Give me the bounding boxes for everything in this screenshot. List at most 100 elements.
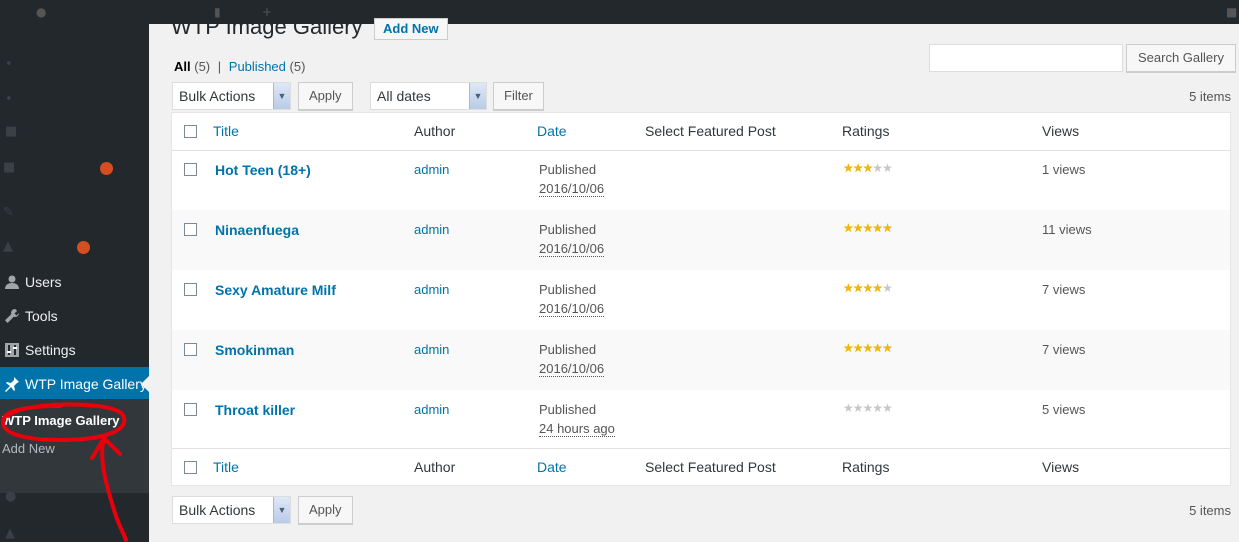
column-footer-date[interactable]: Date bbox=[537, 459, 567, 475]
add-new-button[interactable]: Add New bbox=[374, 18, 448, 40]
row-views: 7 views bbox=[1042, 282, 1086, 297]
filter-separator: | bbox=[217, 59, 222, 74]
star-empty-icon: ★ bbox=[872, 161, 883, 175]
settings-icon bbox=[3, 341, 21, 359]
table-row: Sexy Amature Milf admin Published 2016/1… bbox=[172, 270, 1230, 330]
row-date: 24 hours ago bbox=[539, 421, 615, 437]
row-author-link[interactable]: admin bbox=[414, 282, 449, 297]
star-filled-icon: ★ bbox=[843, 221, 854, 235]
page-title: WTP Image Gallery bbox=[171, 14, 363, 39]
row-checkbox[interactable] bbox=[184, 223, 197, 236]
row-checkbox[interactable] bbox=[184, 163, 197, 176]
row-checkbox[interactable] bbox=[184, 343, 197, 356]
row-title-link[interactable]: Sexy Amature Milf bbox=[215, 282, 336, 298]
apply-button[interactable]: Apply bbox=[298, 82, 353, 110]
row-status: Published bbox=[539, 222, 597, 237]
faded-menu-icon[interactable]: ● bbox=[5, 489, 16, 504]
row-views: 1 views bbox=[1042, 162, 1086, 177]
star-filled-icon: ★ bbox=[862, 341, 874, 355]
column-header-date[interactable]: Date bbox=[537, 123, 567, 139]
dates-value: All dates bbox=[377, 88, 431, 104]
sidebar-item-label: WTP Image Gallery bbox=[25, 376, 147, 392]
column-header-views: Views bbox=[1042, 123, 1080, 139]
row-checkbox[interactable] bbox=[184, 403, 197, 416]
column-footer-title[interactable]: Title bbox=[213, 459, 239, 475]
sidebar-item-label: Users bbox=[25, 274, 62, 290]
faded-menu-icon[interactable]: ✎ bbox=[3, 205, 14, 220]
sidebar-item-tools[interactable]: Tools bbox=[0, 299, 149, 333]
main-content: WTP Image Gallery Add New All (5) | Publ… bbox=[149, 14, 1239, 542]
star-filled-icon: ★ bbox=[862, 281, 874, 295]
filter-published-link[interactable]: Published bbox=[229, 59, 286, 74]
column-footer-ratings: Ratings bbox=[842, 459, 890, 475]
faded-menu-icon[interactable]: ■ bbox=[5, 124, 17, 139]
row-views: 11 views bbox=[1042, 222, 1092, 237]
row-author-link[interactable]: admin bbox=[414, 162, 449, 177]
column-footer-featured: Select Featured Post bbox=[645, 459, 776, 475]
faded-menu-icon[interactable]: • bbox=[5, 92, 13, 107]
submenu-item-wtp-image-gallery[interactable]: WTP Image Gallery bbox=[2, 413, 120, 428]
chevron-down-icon: ▼ bbox=[273, 83, 290, 109]
row-date: 2016/10/06 bbox=[539, 301, 605, 317]
table-row: Smokinman admin Published 2016/10/06 ★★★… bbox=[172, 330, 1230, 390]
sidebar-item-settings[interactable]: Settings bbox=[0, 333, 149, 367]
star-filled-icon: ★ bbox=[872, 341, 883, 355]
column-footer-author: Author bbox=[414, 459, 456, 475]
search-gallery-button[interactable]: Search Gallery bbox=[1126, 44, 1236, 72]
submenu-item-add-new[interactable]: Add New bbox=[2, 441, 55, 456]
items-count-bottom: 5 items bbox=[1189, 503, 1231, 518]
column-footer-views: Views bbox=[1042, 459, 1080, 475]
star-empty-icon: ★ bbox=[872, 401, 883, 415]
faded-menu-icon[interactable]: • bbox=[5, 57, 13, 72]
row-title-link[interactable]: Smokinman bbox=[215, 342, 294, 358]
star-filled-icon: ★ bbox=[882, 221, 893, 235]
pin-icon bbox=[3, 375, 21, 393]
bulk-actions-value: Bulk Actions bbox=[179, 502, 256, 518]
row-title-link[interactable]: Hot Teen (18+) bbox=[215, 162, 311, 178]
sidebar-item-wtp-image-gallery[interactable]: WTP Image Gallery bbox=[0, 367, 149, 401]
star-filled-icon: ★ bbox=[862, 161, 874, 175]
bulk-actions-value: Bulk Actions bbox=[179, 88, 256, 104]
filter-published-count: (5) bbox=[289, 59, 306, 74]
row-date: 2016/10/06 bbox=[539, 361, 605, 377]
row-author-link[interactable]: admin bbox=[414, 402, 449, 417]
row-checkbox[interactable] bbox=[184, 283, 197, 296]
column-header-title[interactable]: Title bbox=[213, 123, 239, 139]
star-empty-icon: ★ bbox=[862, 401, 874, 415]
bulk-actions-select[interactable]: Bulk Actions ▼ bbox=[172, 82, 291, 110]
sidebar-item-label: Settings bbox=[25, 342, 76, 358]
row-author-link[interactable]: admin bbox=[414, 222, 449, 237]
search-input[interactable] bbox=[929, 44, 1123, 72]
faded-menu-icon[interactable]: ■ bbox=[3, 160, 15, 175]
dates-select[interactable]: All dates ▼ bbox=[370, 82, 487, 110]
sidebar-item-users[interactable]: Users bbox=[0, 265, 149, 299]
row-date: 2016/10/06 bbox=[539, 181, 605, 197]
star-rating: ★★★★★ bbox=[843, 161, 893, 175]
faded-menu-icon[interactable]: ▲ bbox=[5, 526, 15, 541]
row-author-link[interactable]: admin bbox=[414, 342, 449, 357]
chevron-down-icon: ▼ bbox=[273, 497, 290, 523]
star-rating: ★★★★★ bbox=[843, 341, 893, 355]
row-status: Published bbox=[539, 402, 597, 417]
filter-all-link[interactable]: All bbox=[174, 59, 191, 74]
select-all-checkbox[interactable] bbox=[184, 461, 197, 474]
select-all-checkbox[interactable] bbox=[184, 125, 197, 138]
star-filled-icon: ★ bbox=[872, 221, 883, 235]
row-title-link[interactable]: Ninaenfuega bbox=[215, 222, 299, 238]
wordpress-logo-icon[interactable]: ● bbox=[36, 0, 46, 24]
row-status: Published bbox=[539, 282, 597, 297]
star-filled-icon: ★ bbox=[843, 341, 854, 355]
apply-button-bottom[interactable]: Apply bbox=[298, 496, 353, 524]
star-filled-icon: ★ bbox=[862, 221, 874, 235]
account-icon[interactable]: ■ bbox=[1226, 0, 1237, 24]
faded-menu-icon[interactable]: ▲ bbox=[3, 239, 13, 254]
row-title-link[interactable]: Throat killer bbox=[215, 402, 295, 418]
star-empty-icon: ★ bbox=[843, 401, 854, 415]
filter-all-count: (5) bbox=[194, 59, 211, 74]
star-empty-icon: ★ bbox=[852, 401, 864, 415]
star-filled-icon: ★ bbox=[852, 221, 864, 235]
filter-button[interactable]: Filter bbox=[493, 82, 544, 110]
row-date: 2016/10/06 bbox=[539, 241, 605, 257]
bulk-actions-select-bottom[interactable]: Bulk Actions ▼ bbox=[172, 496, 291, 524]
star-empty-icon: ★ bbox=[882, 281, 893, 295]
